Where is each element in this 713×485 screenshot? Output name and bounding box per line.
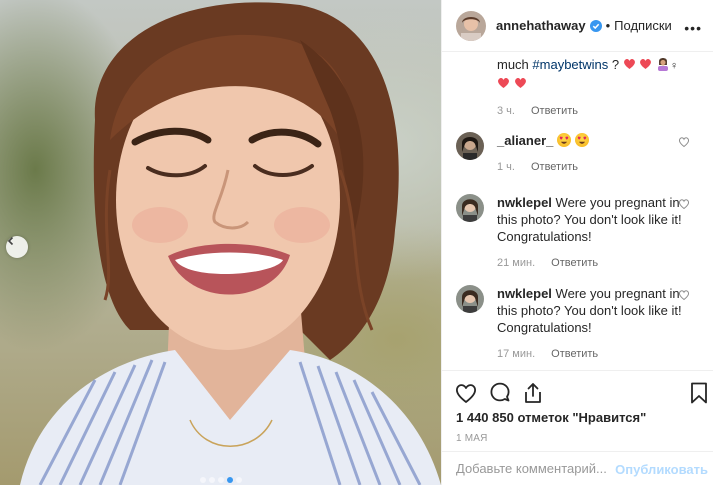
red-heart-emoji bbox=[640, 59, 652, 69]
comment-body: nwklepel Were you pregnant in this photo… bbox=[497, 194, 682, 269]
carousel-dots bbox=[0, 477, 441, 483]
avatar-image bbox=[456, 132, 484, 160]
red-heart-emoji bbox=[623, 59, 635, 69]
carousel-prev-button[interactable] bbox=[6, 236, 28, 258]
post-header: annehathaway • Подписки ••• bbox=[442, 0, 713, 52]
comment-icon[interactable] bbox=[488, 381, 512, 405]
comment-text: nwklepel Were you pregnant in this photo… bbox=[497, 285, 682, 336]
reply-button[interactable]: Ответить bbox=[551, 348, 598, 360]
commenter-username[interactable]: _alianer_ bbox=[497, 133, 553, 148]
reply-button[interactable]: Ответить bbox=[531, 105, 578, 117]
caption-text-before: much bbox=[497, 57, 533, 72]
comment-body: nwklepel Were you pregnant in this photo… bbox=[497, 285, 682, 360]
commenter-avatar[interactable] bbox=[456, 194, 484, 222]
heart-eyes-emoji bbox=[574, 133, 589, 147]
separator-dot: • bbox=[605, 18, 611, 33]
comments-list: much #maybetwins ? ♀ 3 ч. Ответить _alia… bbox=[442, 52, 713, 370]
comment-input[interactable] bbox=[456, 461, 626, 476]
carousel-dot bbox=[235, 477, 242, 483]
comment-meta: 21 мин. Ответить bbox=[497, 257, 682, 269]
like-comment-heart-icon[interactable] bbox=[678, 198, 690, 210]
heart-eyes-emoji bbox=[557, 133, 571, 147]
heart-outline-icon[interactable] bbox=[454, 381, 478, 405]
comment-item: _alianer_ 1 ч. Ответить bbox=[456, 132, 704, 173]
author-avatar[interactable] bbox=[456, 10, 486, 41]
share-icon[interactable] bbox=[521, 381, 545, 405]
post-photo[interactable] bbox=[0, 0, 441, 485]
reply-button[interactable]: Ответить bbox=[531, 161, 578, 173]
comment-text: nwklepel Were you pregnant in this photo… bbox=[497, 194, 682, 245]
caption-text: much #maybetwins ? ♀ bbox=[497, 56, 697, 92]
commenter-avatar[interactable] bbox=[456, 285, 484, 313]
comment-time: 17 мин. bbox=[497, 348, 536, 360]
woman-gesturing-emoji bbox=[658, 58, 668, 71]
female-sign: ♀ bbox=[670, 60, 679, 72]
portrait-illustration bbox=[20, 2, 441, 485]
follow-button[interactable]: Подписки bbox=[614, 18, 672, 33]
like-comment-heart-icon[interactable] bbox=[678, 289, 690, 301]
post-side-panel: annehathaway • Подписки ••• much #maybet… bbox=[441, 0, 713, 485]
comment-body: _alianer_ 1 ч. Ответить bbox=[497, 132, 682, 173]
bookmark-icon[interactable] bbox=[687, 381, 711, 405]
reply-button[interactable]: Ответить bbox=[551, 257, 598, 269]
commenter-avatar[interactable] bbox=[456, 132, 484, 160]
post-actions bbox=[442, 370, 713, 414]
commenter-username[interactable]: nwklepel bbox=[497, 286, 552, 301]
comment-item: nwklepel Were you pregnant in this photo… bbox=[456, 285, 704, 360]
like-comment-heart-icon[interactable] bbox=[678, 136, 690, 148]
verified-badge-icon bbox=[589, 19, 602, 32]
likes-count[interactable]: 1 440 850 отметок "Нравится" bbox=[456, 410, 646, 425]
chevron-left-icon bbox=[7, 236, 14, 246]
commenter-username[interactable]: nwklepel bbox=[497, 195, 552, 210]
red-heart-emoji bbox=[498, 78, 509, 88]
comment-time: 3 ч. bbox=[497, 105, 515, 117]
carousel-dot bbox=[217, 477, 224, 483]
comment-item: nwklepel Were you pregnant in this photo… bbox=[456, 194, 704, 269]
caption-text-after: ? bbox=[608, 57, 620, 72]
comment-meta: 1 ч. Ответить bbox=[497, 161, 682, 173]
add-comment-bar: Опубликовать bbox=[442, 451, 713, 485]
comment-meta: 3 ч. Ответить bbox=[497, 105, 697, 117]
avatar-image bbox=[456, 10, 486, 41]
avatar-image bbox=[456, 194, 484, 222]
more-options-button[interactable]: ••• bbox=[684, 20, 702, 36]
carousel-dot-active bbox=[226, 477, 233, 483]
hashtag-link[interactable]: #maybetwins bbox=[532, 57, 608, 72]
post-date: 1 МАЯ bbox=[456, 433, 488, 444]
caption-continuation: much #maybetwins ? ♀ 3 ч. Ответить bbox=[497, 56, 697, 117]
comment-text: _alianer_ bbox=[497, 132, 682, 149]
comment-time: 1 ч. bbox=[497, 161, 515, 173]
carousel-dot bbox=[199, 477, 206, 483]
comment-meta: 17 мин. Ответить bbox=[497, 348, 682, 360]
comment-time: 21 мин. bbox=[497, 257, 536, 269]
avatar-image bbox=[456, 285, 484, 313]
publish-button[interactable]: Опубликовать bbox=[615, 462, 708, 477]
red-heart-emoji bbox=[514, 78, 526, 88]
carousel-dot bbox=[208, 477, 215, 483]
author-username[interactable]: annehathaway bbox=[496, 18, 586, 33]
